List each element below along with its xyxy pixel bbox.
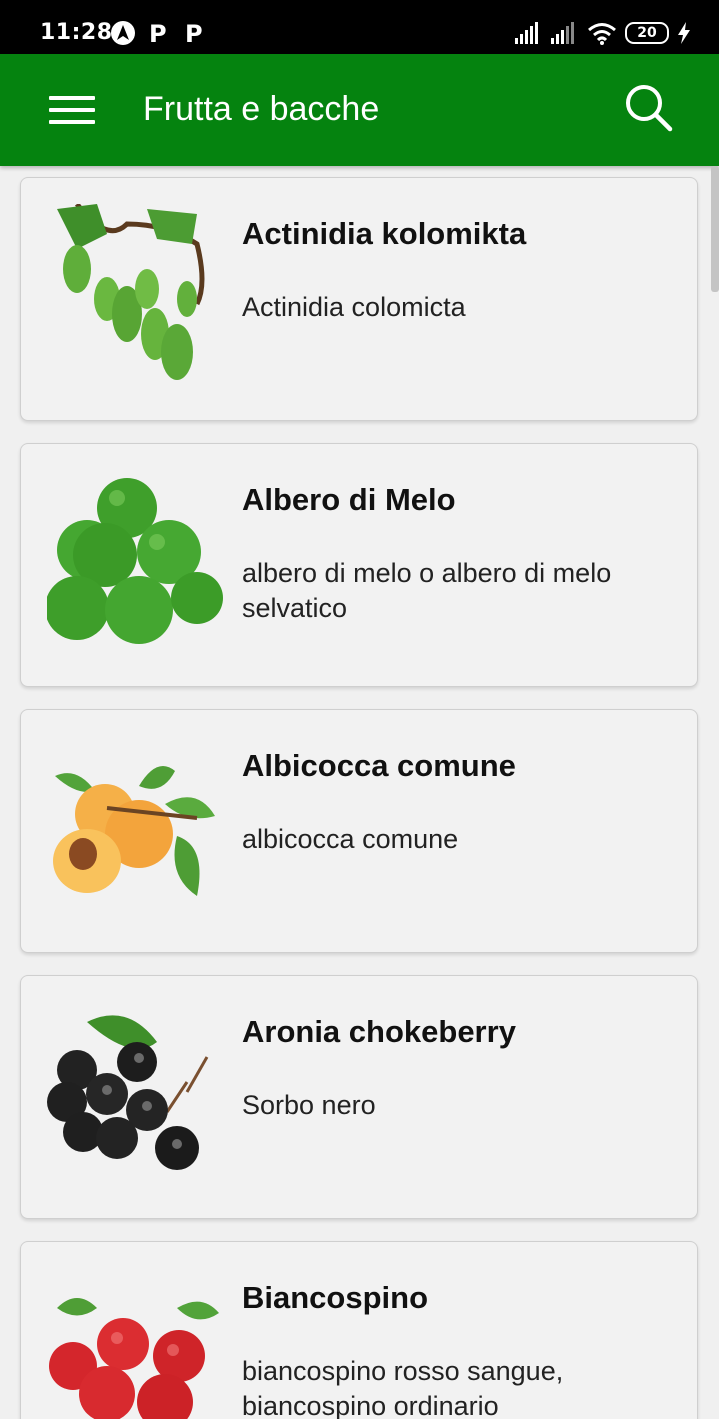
svg-text:P: P: [149, 20, 167, 46]
item-title: Biancospino: [242, 1280, 429, 1315]
search-icon[interactable]: [619, 78, 679, 138]
kiwi-berry-icon: [57, 204, 205, 380]
status-indicators: 20: [515, 20, 691, 46]
item-subtitle: albicocca comune: [242, 824, 459, 854]
item-subtitle: Sorbo nero: [242, 1090, 376, 1120]
menu-icon[interactable]: [40, 82, 100, 138]
item-title: Aronia chokeberry: [242, 1014, 516, 1049]
item-subtitle: Actinidia colomicta: [242, 292, 466, 322]
status-time: 11:28: [40, 20, 113, 45]
apricot-icon: [53, 766, 215, 896]
wifi-icon: [588, 23, 616, 45]
page-title: Frutta e bacche: [143, 90, 380, 128]
list-item[interactable]: Actinidia kolomikta Actinidia colomicta: [20, 177, 698, 421]
list-item[interactable]: Biancospino biancospino rosso sangue, bi…: [20, 1241, 698, 1419]
battery-icon: 20: [625, 22, 669, 44]
hawthorn-icon: [49, 1298, 219, 1419]
green-apple-icon: [47, 478, 223, 644]
signal-icon: [515, 22, 538, 44]
item-subtitle: albero di melo o albero di melo selvatic…: [242, 558, 612, 623]
parking-p-icon: P: [185, 20, 203, 46]
list-item[interactable]: Albicocca comune albicocca comune: [20, 709, 698, 953]
item-subtitle: biancospino rosso sangue, biancospino or…: [242, 1356, 564, 1419]
app-bar: Frutta e bacche: [0, 54, 719, 166]
list-item[interactable]: Aronia chokeberry Sorbo nero: [20, 975, 698, 1219]
svg-text:P: P: [185, 20, 203, 46]
signal-icon: [551, 22, 574, 44]
list-item[interactable]: Albero di Melo albero di melo o albero d…: [20, 443, 698, 687]
status-bar: 11:28 P P 20: [0, 0, 719, 54]
scrollbar[interactable]: [711, 166, 719, 292]
item-title: Albero di Melo: [242, 482, 456, 517]
battery-level: 20: [637, 25, 657, 41]
chokeberry-icon: [47, 1015, 209, 1170]
parking-p-icon: P: [149, 20, 167, 46]
fruit-list: Actinidia kolomikta Actinidia colomicta …: [0, 166, 719, 1419]
charging-icon: [678, 22, 690, 44]
navigation-a-icon: [111, 21, 135, 45]
item-title: Actinidia kolomikta: [242, 216, 527, 251]
item-title: Albicocca comune: [242, 748, 516, 783]
